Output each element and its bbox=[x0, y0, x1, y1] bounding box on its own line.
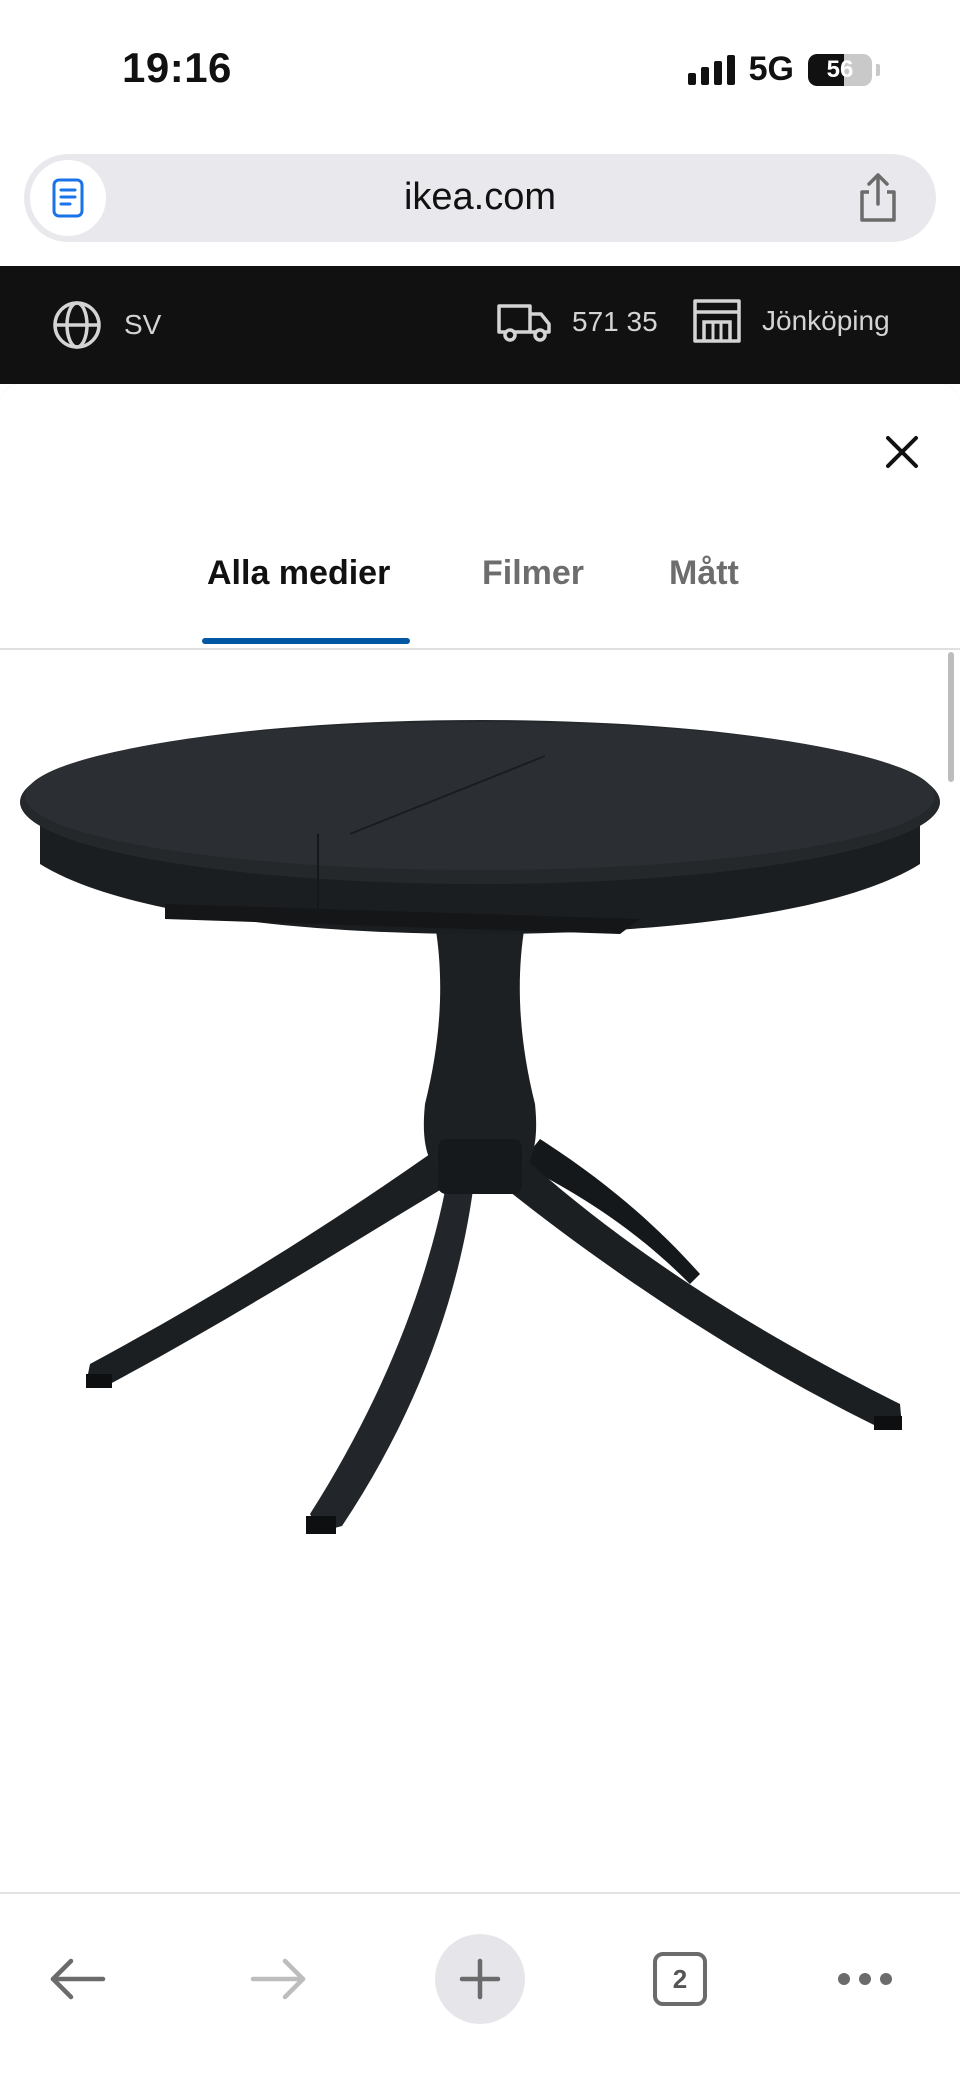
store-selector[interactable]: Jönköping bbox=[692, 298, 890, 344]
url-text[interactable]: ikea.com bbox=[24, 176, 936, 219]
tabs-divider bbox=[0, 648, 960, 650]
language-selector[interactable]: SV bbox=[52, 300, 161, 350]
close-button[interactable] bbox=[874, 424, 930, 480]
store-icon bbox=[693, 299, 741, 343]
more-button[interactable] bbox=[820, 1934, 910, 2024]
tab-alla-medier[interactable]: Alla medier bbox=[207, 554, 390, 593]
tabs-count: 2 bbox=[672, 1963, 688, 1994]
site-header-bar: SV 571 35 Jönköping bbox=[0, 266, 960, 384]
share-icon[interactable] bbox=[854, 172, 902, 224]
status-indicators: 5G 56 bbox=[687, 50, 880, 89]
tabs-button[interactable]: 2 bbox=[635, 1934, 725, 2024]
address-bar[interactable]: ikea.com bbox=[24, 154, 936, 242]
globe-icon bbox=[53, 301, 101, 349]
forward-arrow-icon bbox=[250, 1958, 306, 2000]
postcode-label: 571 35 bbox=[572, 306, 658, 337]
tabs-icon: 2 bbox=[653, 1952, 707, 2006]
battery-tip bbox=[876, 63, 880, 76]
status-bar: 19:16 5G 56 bbox=[0, 0, 960, 140]
store-label: Jönköping bbox=[762, 305, 890, 336]
signal-icon bbox=[687, 54, 735, 85]
network-type: 5G bbox=[748, 50, 794, 88]
product-image[interactable] bbox=[0, 684, 960, 1584]
new-tab-button[interactable] bbox=[435, 1934, 525, 2024]
media-tabs: Alla medier Filmer Mått bbox=[0, 554, 960, 644]
media-modal: Alla medier Filmer Mått bbox=[0, 384, 960, 1892]
status-time: 19:16 bbox=[122, 44, 232, 91]
postcode-selector[interactable]: 571 35 bbox=[496, 300, 658, 344]
tab-filmer[interactable]: Filmer bbox=[482, 554, 584, 593]
forward-button[interactable] bbox=[234, 1934, 324, 2024]
back-button[interactable] bbox=[32, 1934, 122, 2024]
plus-icon bbox=[459, 1958, 501, 2000]
language-label: SV bbox=[124, 309, 162, 340]
more-icon bbox=[838, 1973, 892, 1985]
battery-level: 56 bbox=[826, 55, 854, 83]
truck-icon bbox=[497, 304, 551, 342]
browser-toolbar: 2 bbox=[0, 1892, 960, 2083]
active-tab-indicator bbox=[202, 638, 410, 644]
table-legs bbox=[86, 924, 902, 1534]
table-top bbox=[20, 720, 940, 934]
back-arrow-icon bbox=[50, 1958, 106, 2000]
close-icon bbox=[886, 436, 918, 468]
battery-icon: 56 bbox=[808, 53, 872, 86]
tab-matt[interactable]: Mått bbox=[669, 554, 739, 593]
